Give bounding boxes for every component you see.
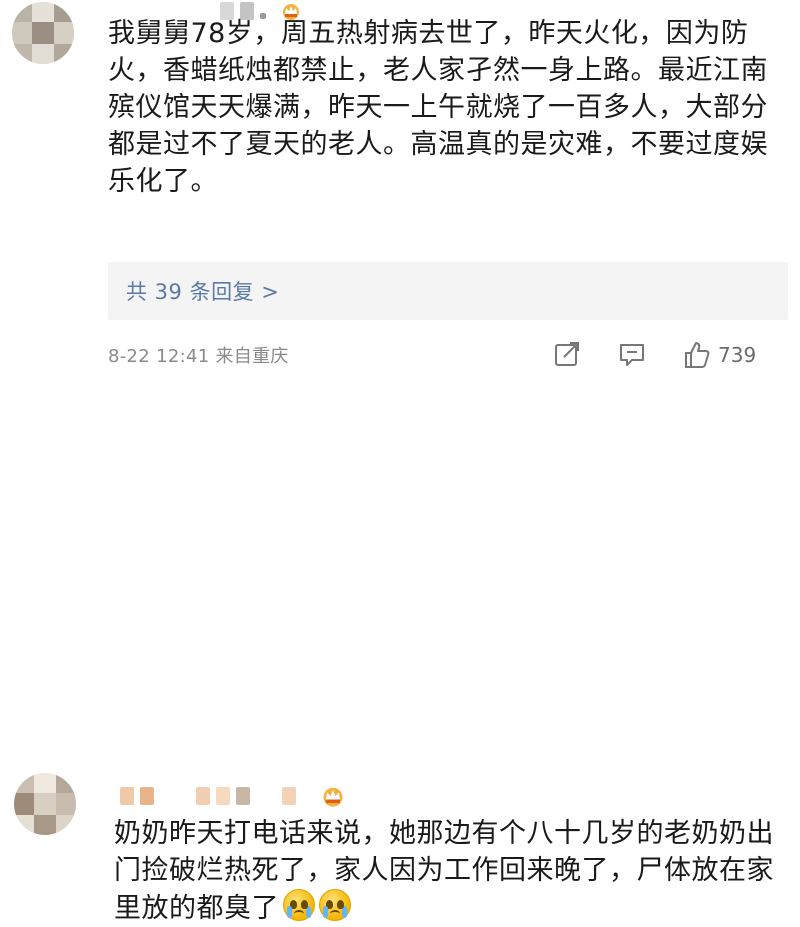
comment-meta: 8-22 12:41 来自重庆	[108, 346, 289, 367]
comment-item: 我舅舅78岁，周五热射病去世了，昨天火化，因为防火，香蜡纸烛都禁止，老人家孑然一…	[0, 0, 800, 380]
like-count: 739	[718, 343, 757, 367]
replies-label: 共 39 条回复 >	[126, 280, 280, 304]
avatar[interactable]	[14, 773, 76, 835]
share-button[interactable]	[553, 340, 581, 368]
comment-item: 奶奶昨天打电话来说，她那边有个八十几岁的老奶奶出门捡破烂热死了，家人因为工作回来…	[0, 385, 800, 924]
like-button[interactable]: 739	[682, 340, 756, 370]
comment-text: 我舅舅78岁，周五热射病去世了，昨天火化，因为防火，香蜡纸烛都禁止，老人家孑然一…	[108, 18, 768, 197]
comment-button[interactable]	[618, 340, 646, 368]
view-replies-button[interactable]: 共 39 条回复 >	[108, 262, 788, 320]
username-blurred[interactable]	[120, 787, 296, 805]
crying-face-emoji-icon	[319, 889, 351, 921]
crown-badge-icon	[323, 787, 343, 807]
thumbs-up-icon	[685, 342, 710, 368]
comment-icon	[620, 344, 644, 366]
comment-text: 奶奶昨天打电话来说，她那边有个八十几岁的老奶奶出门捡破烂热死了，家人因为工作回来…	[114, 818, 774, 924]
crying-face-emoji-icon	[283, 889, 315, 921]
share-icon	[555, 342, 579, 366]
avatar[interactable]	[12, 2, 74, 64]
